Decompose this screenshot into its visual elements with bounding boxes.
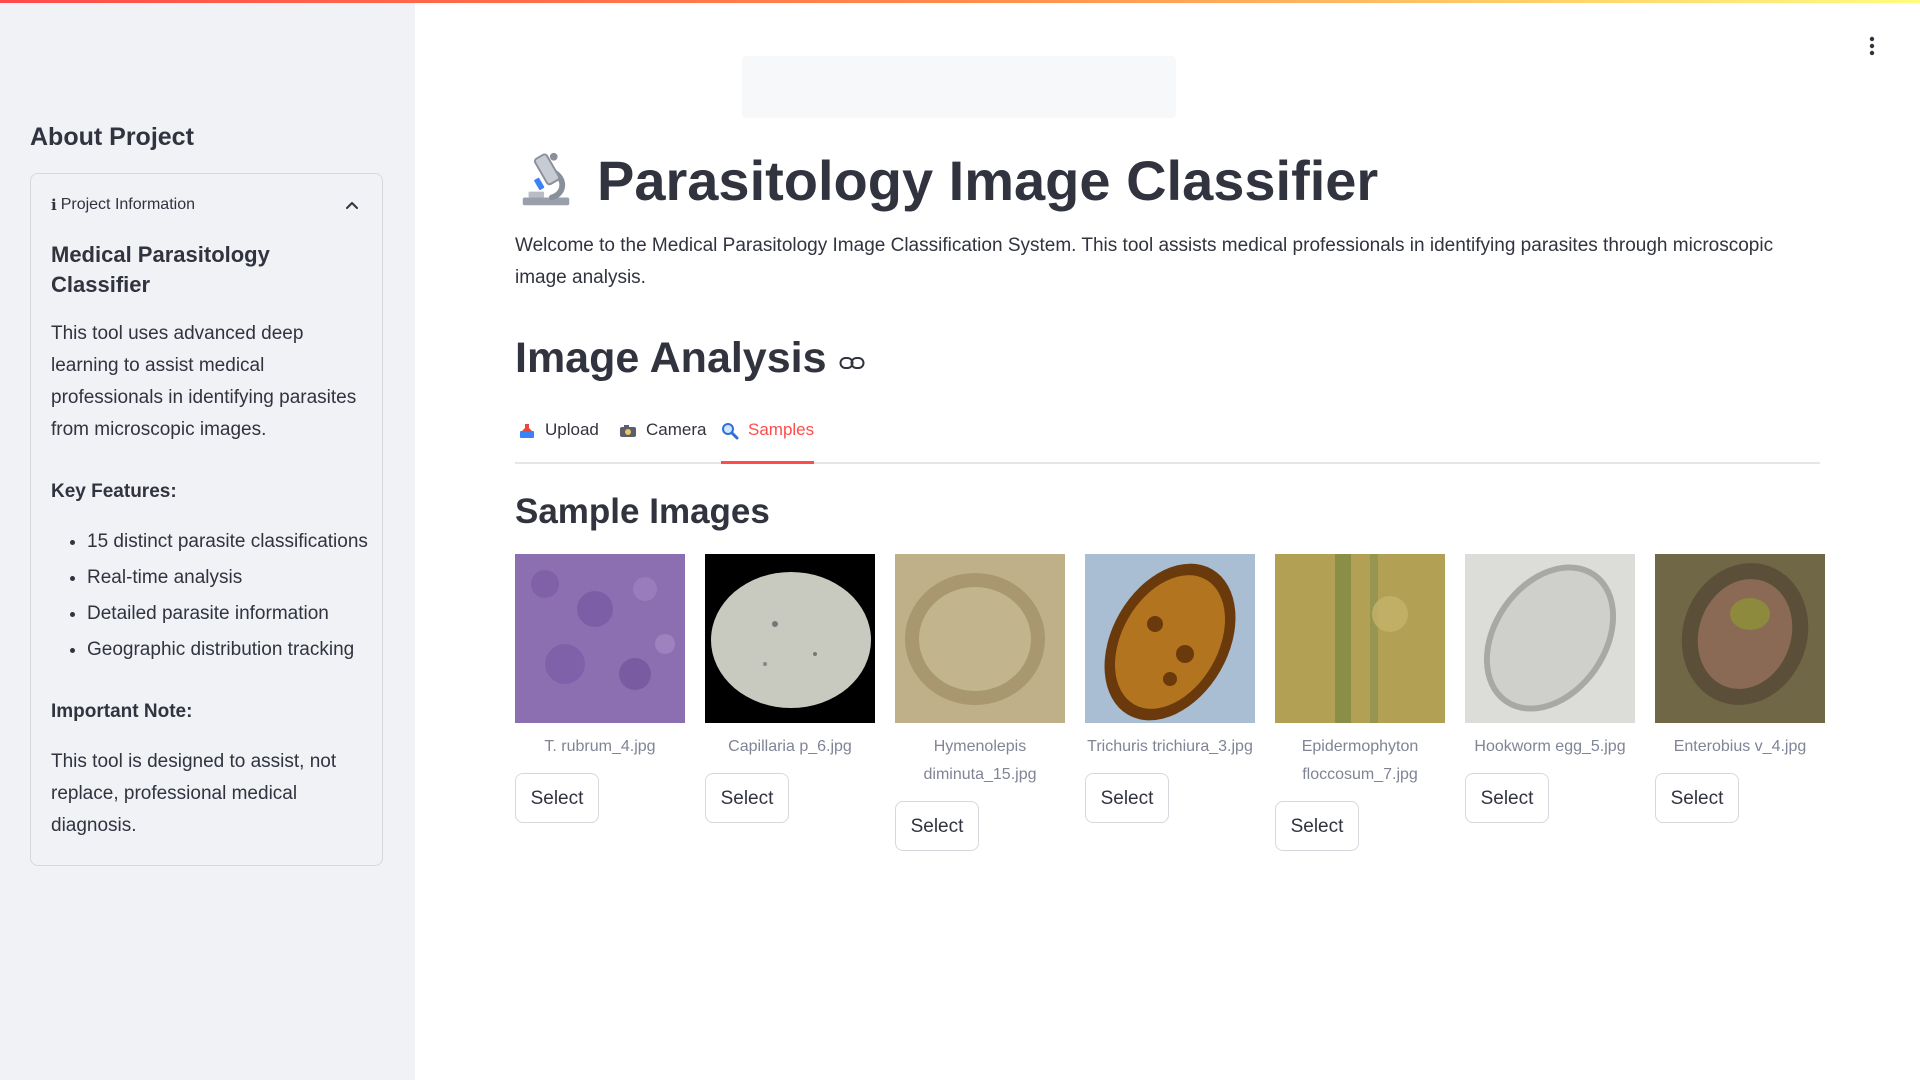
microscope-icon <box>522 152 570 206</box>
image-analysis-header: Image Analysis <box>515 334 865 383</box>
sample-card: Epidermophyton floccosum_7.jpg Select <box>1275 554 1445 851</box>
chevron-up-icon[interactable] <box>341 194 363 216</box>
tab-samples[interactable]: Samples <box>721 420 815 464</box>
intro-text: Welcome to the Medical Parasitology Imag… <box>515 235 1774 288</box>
sample-caption: Capillaria p_6.jpg <box>728 738 852 755</box>
project-description: This tool uses advanced deep learning to… <box>51 323 357 440</box>
select-button[interactable]: Select <box>705 773 789 823</box>
sample-thumbnail[interactable] <box>705 554 875 723</box>
sample-thumbnail[interactable] <box>1465 554 1635 723</box>
sample-card: Hookworm egg_5.jpg Select <box>1465 554 1635 823</box>
select-button[interactable]: Select <box>1465 773 1549 823</box>
sample-caption: Trichuris trichiura_3.jpg <box>1087 738 1253 755</box>
sample-caption: Hookworm egg_5.jpg <box>1474 738 1626 755</box>
page-title: Parasitology Image Classifier <box>515 140 1378 220</box>
sample-card: Enterobius v_4.jpg Select <box>1655 554 1825 823</box>
feature-item: Real-time analysis <box>87 562 371 594</box>
main-menu-icon[interactable] <box>1862 34 1882 58</box>
sample-thumbnail[interactable] <box>1655 554 1825 723</box>
tab-upload[interactable]: Upload <box>518 420 599 462</box>
sample-caption: Epidermophyton floccosum_7.jpg <box>1301 738 1419 783</box>
inbox-tray-icon <box>520 424 534 438</box>
select-button[interactable]: Select <box>1275 801 1359 851</box>
note-text: This tool is designed to assist, not rep… <box>51 751 337 836</box>
tab-camera[interactable]: Camera <box>619 420 706 462</box>
expander-label: Project Information <box>60 196 195 213</box>
sample-card: Hymenolepis diminuta_15.jpg Select <box>895 554 1065 851</box>
select-button[interactable]: Select <box>1085 773 1169 823</box>
select-button[interactable]: Select <box>1655 773 1739 823</box>
sample-thumbnail[interactable] <box>1275 554 1445 723</box>
feature-item: 15 distinct parasite classifications <box>87 526 371 558</box>
sample-caption: T. rubrum_4.jpg <box>544 738 656 755</box>
sidebar-title: About Project <box>30 123 194 151</box>
sample-card: Capillaria p_6.jpg Select <box>705 554 875 823</box>
project-heading: Medical Parasitology Classifier <box>51 242 270 297</box>
camera-icon <box>620 425 636 437</box>
sample-thumbnail[interactable] <box>1085 554 1255 723</box>
sample-card: T. rubrum_4.jpg Select <box>515 554 685 823</box>
project-info-expander: i Project Information Medical Parasitolo… <box>30 173 383 866</box>
note-label: Important Note: <box>51 701 193 722</box>
select-button[interactable]: Select <box>515 773 599 823</box>
app-title: Parasitology Image Classifier <box>597 148 1379 212</box>
section-title: Image Analysis <box>515 334 827 382</box>
sample-card: Trichuris trichiura_3.jpg Select <box>1085 554 1255 823</box>
sample-thumbnail[interactable] <box>895 554 1065 723</box>
feature-item: Detailed parasite information <box>87 598 371 630</box>
sample-caption: Hymenolepis diminuta_15.jpg <box>923 738 1037 783</box>
features-label: Key Features: <box>51 481 177 502</box>
info-icon: i <box>51 196 57 214</box>
sample-caption: Enterobius v_4.jpg <box>1673 738 1807 755</box>
sidebar: About Project i Project Information Medi… <box>0 3 415 1080</box>
magnifier-icon <box>722 423 739 440</box>
expander-header[interactable]: i Project Information <box>51 194 363 216</box>
sample-images-title: Sample Images <box>515 492 770 531</box>
analysis-tabs: Upload Camera Samples <box>515 420 1820 464</box>
features-list: 15 distinct parasite classifications Rea… <box>51 526 371 666</box>
status-toast <box>742 56 1176 118</box>
sample-thumbnail[interactable] <box>515 554 685 723</box>
select-button[interactable]: Select <box>895 801 979 851</box>
feature-item: Geographic distribution tracking <box>87 634 371 666</box>
tab-label: Camera <box>646 420 707 439</box>
tab-label: Samples <box>748 420 815 439</box>
tab-label: Upload <box>545 420 599 439</box>
anchor-link-icon[interactable] <box>839 355 865 371</box>
expander-content: Medical Parasitology Classifier This too… <box>51 240 371 872</box>
